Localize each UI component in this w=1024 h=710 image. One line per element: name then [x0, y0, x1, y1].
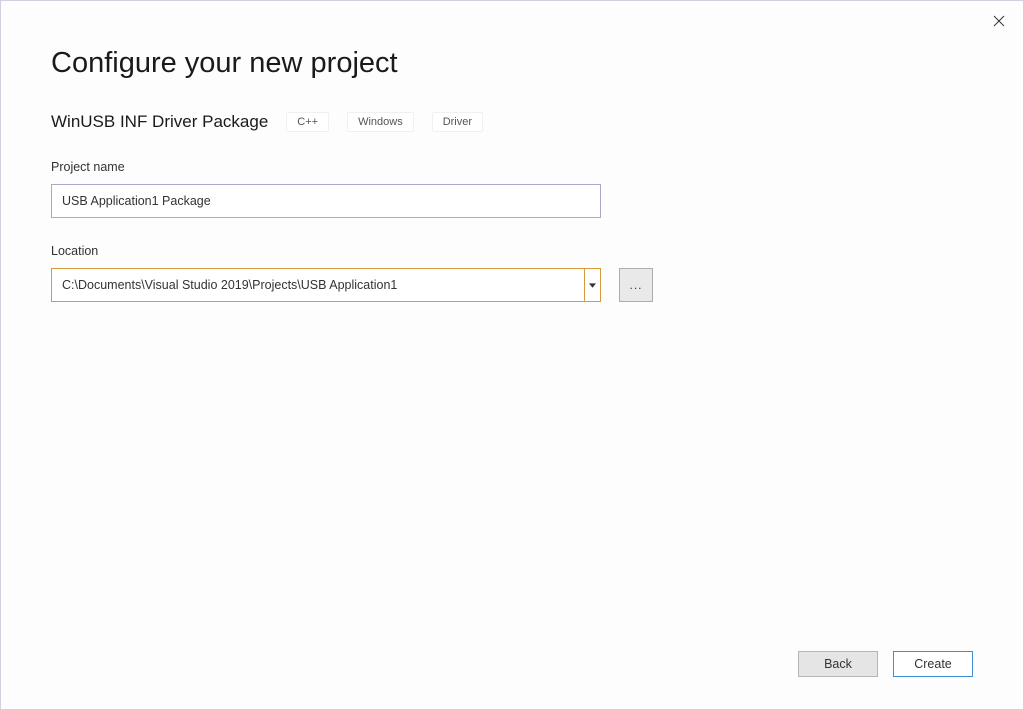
template-tag: C++	[286, 112, 329, 132]
browse-button[interactable]: ...	[619, 268, 653, 302]
project-name-field-group: Project name	[51, 160, 973, 218]
template-info-row: WinUSB INF Driver Package C++ Windows Dr…	[51, 112, 973, 132]
location-input[interactable]	[52, 269, 584, 301]
location-combobox[interactable]	[51, 268, 601, 302]
location-field-group: Location ...	[51, 244, 973, 302]
template-tag: Windows	[347, 112, 414, 132]
location-label: Location	[51, 244, 973, 258]
location-row: ...	[51, 268, 973, 302]
project-name-input[interactable]	[51, 184, 601, 218]
project-name-label: Project name	[51, 160, 973, 174]
template-name: WinUSB INF Driver Package	[51, 112, 268, 132]
dialog-content: Configure your new project WinUSB INF Dr…	[1, 1, 1023, 348]
back-button[interactable]: Back	[798, 651, 878, 677]
close-icon	[993, 15, 1005, 27]
chevron-down-icon	[589, 283, 596, 288]
location-dropdown-button[interactable]	[584, 269, 600, 301]
template-tag: Driver	[432, 112, 483, 132]
create-button[interactable]: Create	[893, 651, 973, 677]
close-button[interactable]	[987, 9, 1011, 33]
page-title: Configure your new project	[51, 47, 973, 80]
dialog-footer: Back Create	[798, 651, 973, 677]
